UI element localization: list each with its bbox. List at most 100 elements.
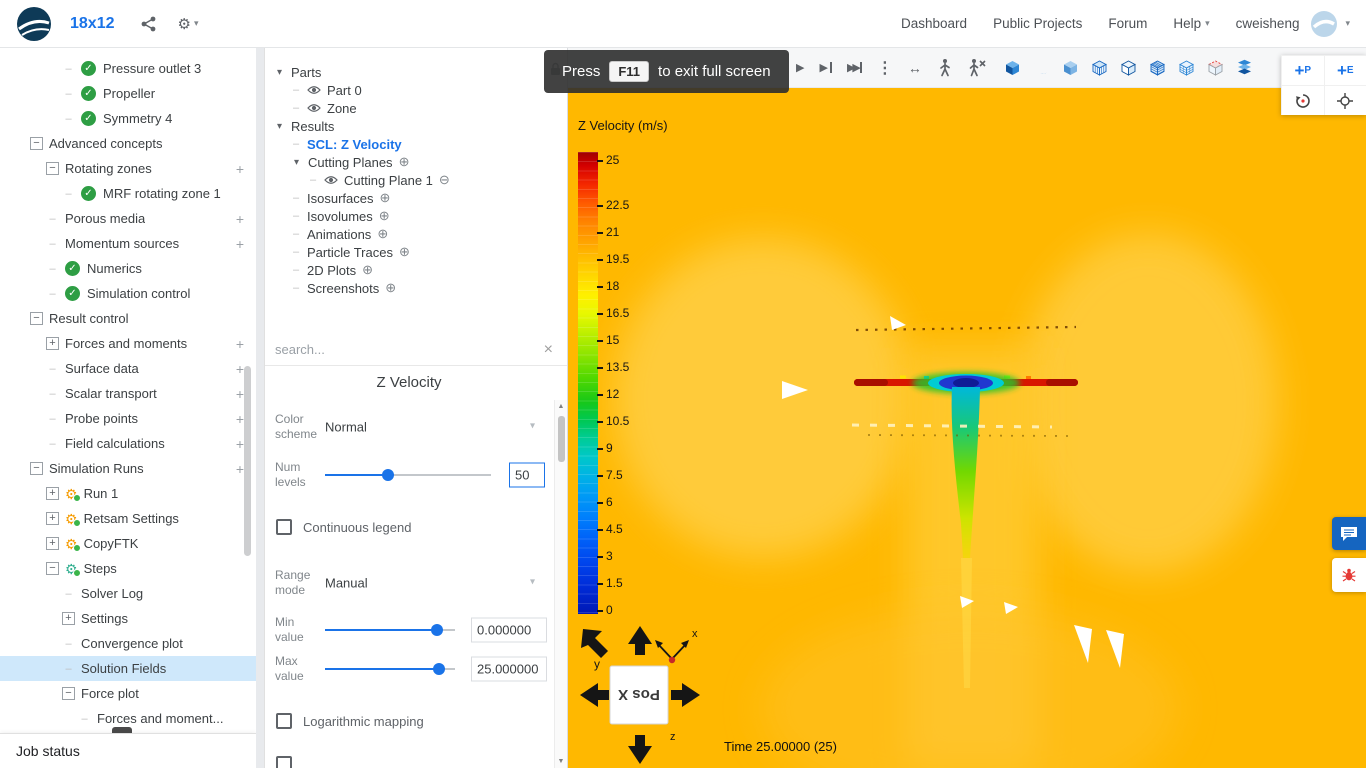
tree-item-porous-media[interactable]: – Porous media + xyxy=(0,206,256,231)
add-button[interactable]: + xyxy=(236,361,244,377)
share-icon[interactable] xyxy=(141,16,156,32)
collapse-toggle-icon[interactable]: − xyxy=(30,462,43,475)
max-value-slider[interactable] xyxy=(325,662,455,676)
job-status-bar[interactable]: Job status xyxy=(0,733,256,768)
tree-item-isovolumes[interactable]: – Isovolumes ⊕ xyxy=(265,207,567,225)
view-grid-button[interactable] xyxy=(1177,58,1196,77)
chevron-down-icon[interactable]: ▾ xyxy=(290,157,303,168)
play-button[interactable]: ▶ xyxy=(796,61,804,74)
view-cube-solid-button[interactable] xyxy=(1003,58,1022,77)
view-mesh-button[interactable] xyxy=(1148,58,1167,77)
tree-item-2d-plots[interactable]: –2D Plots ⊕ xyxy=(265,261,567,279)
tree-item-parts[interactable]: ▾ Parts xyxy=(265,63,567,81)
nav-forum[interactable]: Forum xyxy=(1108,16,1147,31)
tree-item-cutting-plane-1[interactable]: – Cutting Plane 1 ⊖ xyxy=(265,171,567,189)
add-button[interactable]: + xyxy=(236,436,244,452)
add-circle-icon[interactable]: ⊕ xyxy=(377,226,388,242)
free-rotate-button[interactable] xyxy=(1281,85,1324,115)
skip-to-end-button[interactable]: ▶▶ xyxy=(847,61,862,74)
view-front-grid-button[interactable] xyxy=(1090,58,1109,77)
min-value-input[interactable] xyxy=(471,617,547,643)
tree-item-results[interactable]: ▾ Results xyxy=(265,117,567,135)
num-levels-input[interactable] xyxy=(509,462,545,488)
measure-tool-button[interactable]: ↔ xyxy=(908,60,922,76)
expand-toggle-icon[interactable]: + xyxy=(46,337,59,350)
tree-item-particle-traces[interactable]: – Particle Traces ⊕ xyxy=(265,243,567,261)
tree-item-advanced-concepts[interactable]: − Advanced concepts xyxy=(0,131,256,156)
num-levels-slider[interactable] xyxy=(325,468,491,482)
tree-item-surface-data[interactable]: – Surface data + xyxy=(0,356,256,381)
add-button[interactable]: + xyxy=(236,386,244,402)
report-issue-button[interactable] xyxy=(1332,558,1366,592)
collapse-toggle-icon[interactable]: − xyxy=(46,562,59,575)
slider-thumb[interactable] xyxy=(382,469,395,481)
nav-dashboard[interactable]: Dashboard xyxy=(901,16,967,31)
tree-item-run-1[interactable]: + ⚙ Run 1 xyxy=(0,481,256,506)
color-scheme-select[interactable]: Normal ▾ xyxy=(325,420,535,435)
add-circle-icon[interactable]: ⊕ xyxy=(379,190,390,206)
tree-item-pressure-outlet-3[interactable]: – ✓ Pressure outlet 3 xyxy=(0,56,256,81)
viewer-canvas[interactable]: Pos X y z x Z Velocity (m/s) 25 22.5 21 19.… xyxy=(568,88,1366,768)
viewer-3d[interactable]: ▶ ▶ ▶▶ ⋮ ↔ + P + E Pos X y z x Z Velocit… xyxy=(568,48,1366,768)
tree-item-solver-log[interactable]: – Solver Log xyxy=(0,581,256,606)
tree-item-momentum-sources[interactable]: – Momentum sources + xyxy=(0,231,256,256)
tree-item-probe-points[interactable]: – Probe points + xyxy=(0,406,256,431)
properties-scrollbar[interactable]: ▲ ▼ xyxy=(554,400,567,768)
add-button[interactable]: + xyxy=(236,211,244,227)
scroll-up-icon[interactable]: ▲ xyxy=(555,403,567,410)
nav-public-projects[interactable]: Public Projects xyxy=(993,16,1082,31)
tree-item-propeller[interactable]: – ✓ Propeller xyxy=(0,81,256,106)
more-options-button[interactable]: ⋮ xyxy=(877,58,893,78)
logarithmic-mapping-checkbox[interactable] xyxy=(276,713,292,729)
expand-toggle-icon[interactable]: + xyxy=(46,487,59,500)
search-input[interactable] xyxy=(275,342,540,357)
view-orbit-button[interactable] xyxy=(1032,58,1051,77)
walkthrough-button[interactable] xyxy=(937,58,953,77)
tree-item-field-calculations[interactable]: – Field calculations + xyxy=(0,431,256,456)
tree-item-simulation-control[interactable]: – ✓ Simulation control xyxy=(0,281,256,306)
collapse-toggle-icon[interactable]: − xyxy=(30,137,43,150)
scroll-down-icon[interactable]: ▼ xyxy=(555,758,567,765)
eye-icon[interactable] xyxy=(307,103,321,113)
project-settings-gear-icon[interactable]: ⚙ ▾ xyxy=(178,15,199,33)
partially-visible-checkbox[interactable] xyxy=(276,756,292,768)
username[interactable]: cweisheng xyxy=(1236,16,1300,31)
user-menu-caret-icon[interactable]: ▾ xyxy=(1345,18,1350,29)
scrollbar-thumb[interactable] xyxy=(558,416,565,462)
tree-item-simulation-runs[interactable]: − Simulation Runs + xyxy=(0,456,256,481)
exit-walkthrough-button[interactable] xyxy=(968,58,987,77)
center-view-button[interactable] xyxy=(1323,85,1366,115)
eye-icon[interactable] xyxy=(307,85,321,95)
tree-item-mrf-rotating-zone-1[interactable]: – ✓ MRF rotating zone 1 xyxy=(0,181,256,206)
tree-item-cutting-planes[interactable]: ▾ Cutting Planes ⊕ xyxy=(265,153,567,171)
tree-item-forces-and-moments[interactable]: + Forces and moments + xyxy=(0,331,256,356)
project-title[interactable]: 18x12 xyxy=(70,15,115,33)
expand-toggle-icon[interactable]: + xyxy=(46,512,59,525)
min-value-slider[interactable] xyxy=(325,623,455,637)
expand-toggle-icon[interactable]: + xyxy=(46,537,59,550)
tree-item-copyftk[interactable]: + ⚙ CopyFTK xyxy=(0,531,256,556)
sidebar-scrollbar[interactable] xyxy=(244,366,251,556)
tree-item-steps[interactable]: − ⚙ Steps xyxy=(0,556,256,581)
add-element-button[interactable]: + E xyxy=(1323,55,1366,85)
tree-item-scalar-transport[interactable]: – Scalar transport + xyxy=(0,381,256,406)
tree-item-isosurfaces[interactable]: – Isosurfaces ⊕ xyxy=(265,189,567,207)
chevron-down-icon[interactable]: ▾ xyxy=(273,67,286,78)
add-button[interactable]: + xyxy=(236,461,244,477)
tree-item-retsam-settings[interactable]: + ⚙ Retsam Settings xyxy=(0,506,256,531)
add-probe-point-button[interactable]: + P xyxy=(1281,55,1324,85)
remove-circle-icon[interactable]: ⊖ xyxy=(439,172,450,188)
tree-item-animations[interactable]: – Animations ⊕ xyxy=(265,225,567,243)
tree-item-zone[interactable]: – Zone xyxy=(265,99,567,117)
add-circle-icon[interactable]: ⊕ xyxy=(399,244,410,260)
tree-item-result-control[interactable]: − Result control xyxy=(0,306,256,331)
nav-help[interactable]: Help ▾ xyxy=(1173,16,1209,31)
tree-item-solution-fields[interactable]: – Solution Fields xyxy=(0,656,256,681)
tree-item-part-0[interactable]: – Part 0 xyxy=(265,81,567,99)
add-button[interactable]: + xyxy=(236,411,244,427)
add-circle-icon[interactable]: ⊕ xyxy=(362,262,373,278)
tree-item-numerics[interactable]: – ✓ Numerics xyxy=(0,256,256,281)
slider-thumb[interactable] xyxy=(430,624,443,636)
tree-item-force-plot[interactable]: − Force plot xyxy=(0,681,256,706)
range-mode-select[interactable]: Manual ▾ xyxy=(325,576,535,591)
